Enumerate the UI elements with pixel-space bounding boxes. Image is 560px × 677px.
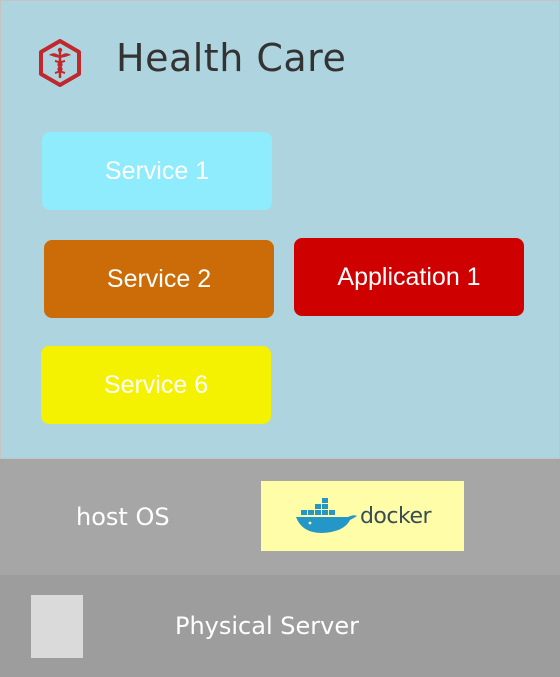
caduceus-hexagon-icon	[39, 39, 81, 87]
application-1-box: Application 1	[294, 238, 524, 316]
physical-server-label: Physical Server	[175, 612, 359, 640]
service-1-box: Service 1	[42, 132, 272, 210]
service-6-box: Service 6	[41, 346, 271, 424]
page-title: Health Care	[116, 36, 347, 80]
host-os-label: host OS	[76, 503, 170, 531]
docker-whale-icon	[295, 498, 357, 533]
server-block-icon	[31, 595, 83, 658]
docker-wordmark: docker	[359, 503, 432, 529]
docker-logo: docker	[261, 481, 464, 551]
docker-architecture-diagram: Health Care Service 1 Service 2 Applicat…	[0, 0, 560, 677]
service-2-box: Service 2	[44, 240, 274, 318]
